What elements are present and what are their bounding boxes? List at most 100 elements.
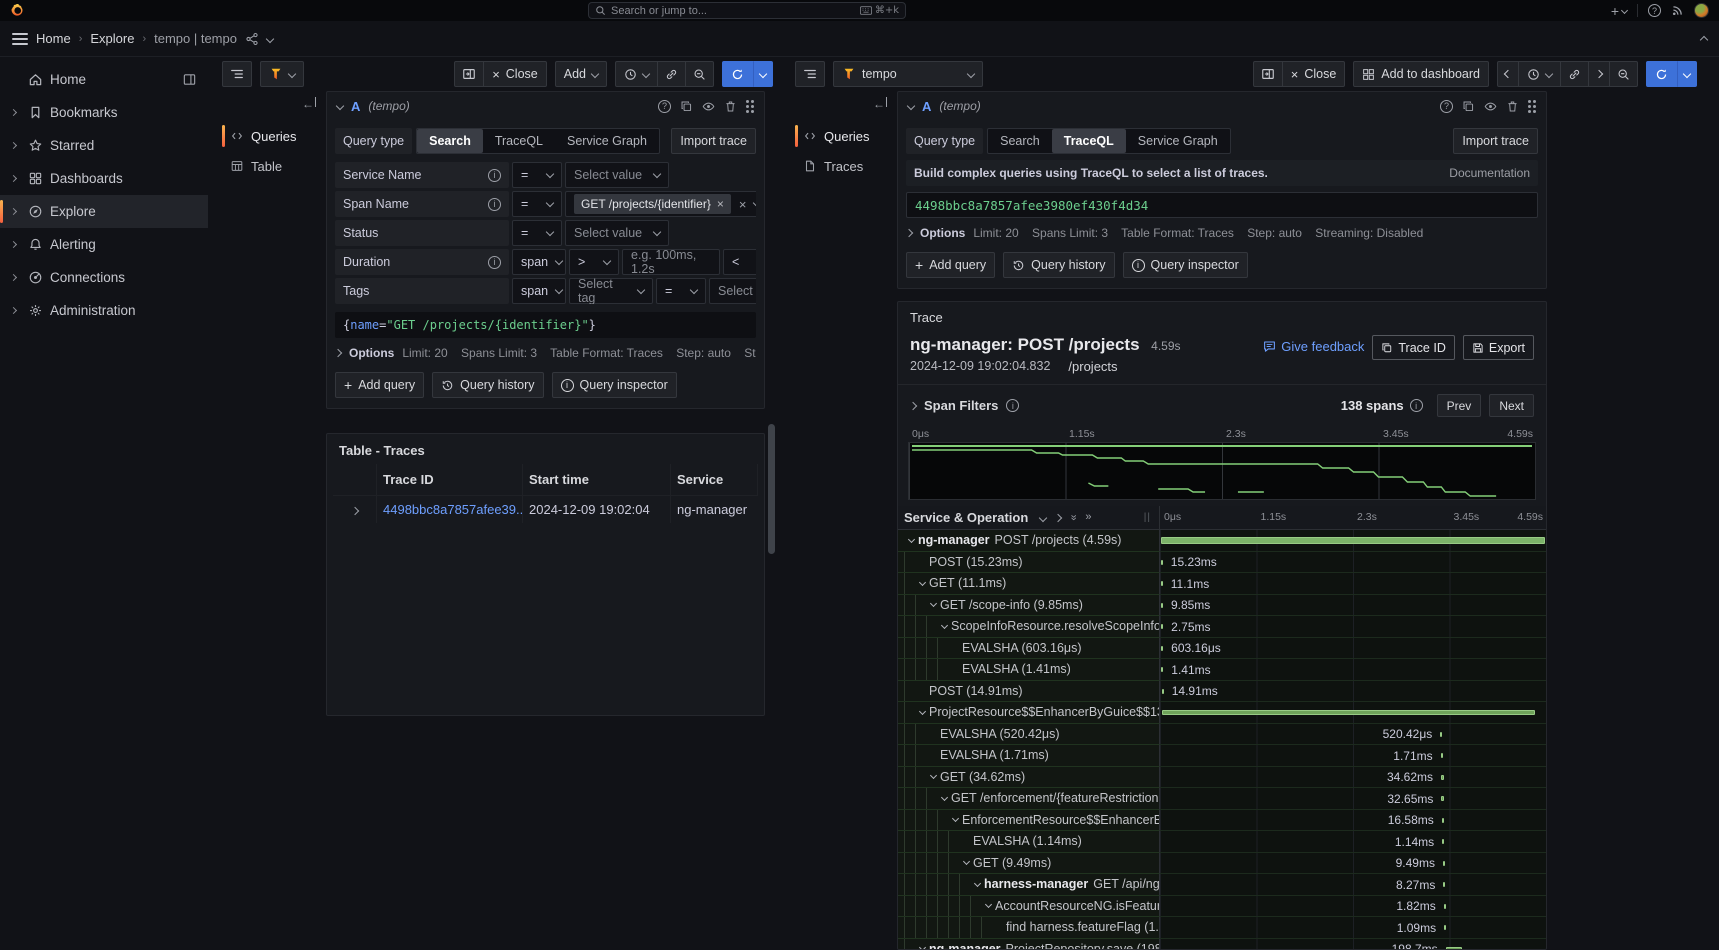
span-row[interactable]: harness-managerGET /api/ng/account8.27ms [898, 874, 1546, 896]
expand-one-icon[interactable] [1054, 513, 1062, 521]
span-collapse-icon[interactable] [970, 883, 984, 886]
new-menu-button[interactable]: + [1611, 4, 1627, 18]
pane-nav-table[interactable]: Table [222, 151, 322, 181]
time-forward-button[interactable] [1589, 61, 1610, 87]
split-pane-button[interactable] [1253, 61, 1283, 87]
span-row[interactable]: AccountResourceNG.isFeatureFlagEn1.82ms [898, 896, 1546, 918]
tags-scope-select[interactable]: span [512, 278, 566, 304]
span-filters-label[interactable]: Span Filters [924, 398, 998, 413]
span-name-value-select[interactable]: GET /projects/{identifier}× × [565, 191, 756, 217]
span-bar[interactable] [1443, 882, 1445, 887]
prev-span-button[interactable]: Prev [1437, 394, 1482, 417]
expand-row-icon[interactable] [333, 495, 377, 523]
help-button[interactable]: ? [1648, 4, 1661, 17]
duration-operator2-select[interactable]: < [723, 249, 756, 275]
sidebar-item-alerting[interactable]: Alerting [0, 228, 208, 261]
chevron-down-icon[interactable] [753, 199, 756, 207]
hide-query-icon[interactable] [1484, 100, 1497, 113]
span-bar[interactable] [1444, 925, 1446, 930]
time-picker-left[interactable] [615, 61, 658, 87]
span-row[interactable]: EVALSHA (1.14ms)1.14ms [898, 831, 1546, 853]
trace-minimap[interactable]: 0μs1.15s2.3s3.45s4.59s [908, 428, 1536, 500]
panel-title[interactable]: Table - Traces [327, 434, 764, 464]
grafana-logo[interactable] [10, 3, 25, 18]
span-row[interactable]: POST (14.91ms)14.91ms [898, 681, 1546, 703]
span-bar[interactable] [1441, 796, 1444, 801]
span-filters-chevron[interactable] [909, 401, 917, 409]
query-help-icon[interactable]: ? [1440, 100, 1453, 113]
avatar[interactable] [1694, 3, 1709, 18]
expand-chevron-icon[interactable] [6, 143, 20, 148]
sidebar-item-explore[interactable]: Explore [0, 195, 208, 228]
collapse-panel-nav-icon[interactable]: ← [222, 93, 322, 121]
collapse-topbar-icon[interactable] [1701, 31, 1707, 46]
tags-value-select[interactable]: Select value [709, 278, 756, 304]
info-icon[interactable]: i [1410, 399, 1423, 412]
span-row[interactable]: ScopeInfoResource.resolveScopeInfo (2.75… [898, 616, 1546, 638]
close-pane-button-right[interactable]: ×Close [1283, 61, 1346, 87]
duplicate-query-icon[interactable] [1462, 100, 1475, 113]
remove-query-icon[interactable] [724, 100, 737, 113]
query-collapse-chevron[interactable] [907, 102, 915, 110]
sidebar-item-administration[interactable]: Administration [0, 294, 208, 327]
breadcrumb-actions-chevron[interactable] [266, 34, 274, 42]
status-operator-select[interactable]: = [512, 220, 562, 246]
import-trace-button-right[interactable]: Import trace [1453, 128, 1538, 154]
span-row[interactable]: ng-managerPOST /projects (4.59s) [898, 530, 1546, 552]
search-input[interactable]: Search or jump to... ⌘+k [588, 2, 906, 19]
span-bar[interactable] [1162, 689, 1164, 694]
expand-chevron-icon[interactable] [6, 209, 20, 214]
span-collapse-icon[interactable] [981, 904, 995, 907]
datasource-picker-right[interactable]: tempo [833, 61, 983, 87]
span-collapse-icon[interactable] [926, 603, 940, 606]
tags-tag-select[interactable]: Select tag [569, 278, 653, 304]
minimap-canvas[interactable] [908, 442, 1536, 500]
query-options-row-right[interactable]: Options Limit: 20 Spans Limit: 3 Table F… [906, 226, 1538, 240]
run-query-button-right[interactable] [1646, 61, 1677, 87]
query-collapse-chevron[interactable] [336, 102, 344, 110]
span-collapse-icon[interactable] [959, 861, 973, 864]
expand-chevron-icon[interactable] [6, 242, 20, 247]
outline-toggle-button[interactable] [222, 61, 252, 87]
span-row[interactable]: GET /scope-info (9.85ms)9.85ms [898, 595, 1546, 617]
query-row-header-left[interactable]: A (tempo) ? [327, 92, 764, 120]
pane-nav-queries[interactable]: Queries [795, 121, 893, 151]
span-bar[interactable] [1442, 818, 1444, 823]
zoom-out-button-right[interactable] [1610, 61, 1638, 87]
expand-all-icon[interactable]: » [1085, 512, 1091, 523]
expand-chevron-icon[interactable] [6, 110, 20, 115]
tab-traceql[interactable]: TraceQL [483, 129, 555, 153]
expand-chevron-icon[interactable] [6, 308, 20, 313]
service-name-value-select[interactable]: Select value [565, 162, 669, 188]
collapse-one-icon[interactable] [1039, 513, 1047, 521]
outline-toggle-button[interactable] [795, 61, 825, 87]
link-button-right[interactable] [1561, 61, 1589, 87]
query-history-button-left[interactable]: Query history [432, 372, 543, 398]
info-icon[interactable]: i [1006, 399, 1019, 412]
collapse-panel-nav-icon[interactable]: ← [795, 93, 893, 121]
remove-chip-icon[interactable]: × [717, 197, 724, 211]
status-value-select[interactable]: Select value [565, 220, 669, 246]
tags-operator-select[interactable]: = [656, 278, 706, 304]
next-span-button[interactable]: Next [1489, 394, 1534, 417]
zoom-out-button-left[interactable] [686, 61, 714, 87]
sidebar-item-starred[interactable]: Starred [0, 129, 208, 162]
span-row[interactable]: GET (11.1ms)11.1ms [898, 573, 1546, 595]
query-inspector-button-right[interactable]: iQuery inspector [1123, 252, 1248, 278]
tab-search[interactable]: Search [417, 129, 483, 153]
span-row[interactable]: EVALSHA (1.41ms)1.41ms [898, 659, 1546, 681]
query-options-row-left[interactable]: Options Limit: 20 Spans Limit: 3 Table F… [335, 346, 756, 360]
dock-sidebar-icon[interactable] [180, 72, 198, 87]
span-row[interactable]: GET (9.49ms)9.49ms [898, 853, 1546, 875]
span-bar[interactable] [1443, 861, 1445, 866]
query-history-button-right[interactable]: Query history [1003, 252, 1114, 278]
span-row[interactable]: GET (34.62ms)34.62ms [898, 767, 1546, 789]
hide-query-icon[interactable] [702, 100, 715, 113]
drag-query-handle-icon[interactable] [746, 100, 749, 103]
span-row[interactable]: EVALSHA (603.16μs)603.16μs [898, 638, 1546, 660]
span-row[interactable]: EVALSHA (1.71ms)1.71ms [898, 745, 1546, 767]
add-query-button-left[interactable]: +Add query [335, 372, 424, 398]
import-trace-button-left[interactable]: Import trace [671, 128, 756, 154]
tab-service-graph[interactable]: Service Graph [1126, 129, 1230, 153]
span-bar[interactable] [1161, 537, 1545, 544]
